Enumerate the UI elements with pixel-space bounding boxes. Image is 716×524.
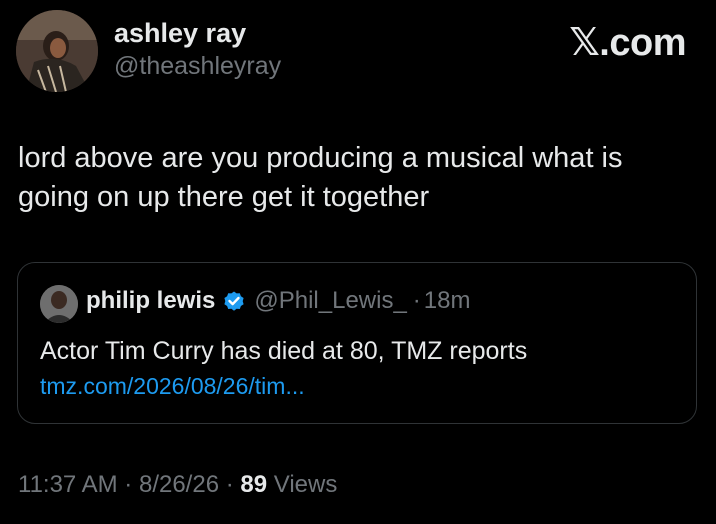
tweet-text-line: lord above are you producing a musical w…: [18, 142, 623, 174]
tweet-text-line: going on up there get it together: [18, 181, 430, 213]
quoted-tweet-header: philip lewis @Phil_Lewis_ · 18m: [86, 287, 470, 315]
views-label: Views: [273, 471, 338, 498]
quoted-tweet-link[interactable]: tmz.com/2026/08/26/tim...: [40, 373, 305, 400]
quoted-author-handle[interactable]: @Phil_Lewis_: [254, 287, 406, 315]
quoted-author-name[interactable]: philip lewis: [86, 287, 215, 315]
meta-separator: ·: [124, 471, 133, 498]
quoted-tweet-text: Actor Tim Curry has died at 80, TMZ repo…: [40, 337, 528, 365]
tweet-date[interactable]: 8/26/26: [139, 471, 219, 498]
tweet-time[interactable]: 11:37 AM: [18, 471, 118, 498]
tweet-text: lord above are you producing a musical w…: [18, 139, 698, 217]
views-count[interactable]: 89: [240, 471, 267, 498]
verified-badge-icon: [222, 289, 246, 313]
quoted-tweet-card[interactable]: philip lewis @Phil_Lewis_ · 18m Actor Ti…: [17, 262, 697, 424]
tweet-meta: 11:37 AM · 8/26/26 · 89 Views: [18, 471, 337, 499]
meta-separator: ·: [225, 471, 234, 498]
quoted-separator: ·: [412, 287, 421, 314]
x-brand-logo: 𝕏.com: [569, 22, 686, 64]
author-avatar[interactable]: [16, 10, 98, 92]
quoted-timestamp[interactable]: 18m: [424, 287, 471, 315]
author-handle[interactable]: @theashleyray: [114, 52, 281, 81]
author-display-name[interactable]: ashley ray: [114, 18, 246, 49]
quoted-author-avatar[interactable]: [40, 285, 78, 323]
